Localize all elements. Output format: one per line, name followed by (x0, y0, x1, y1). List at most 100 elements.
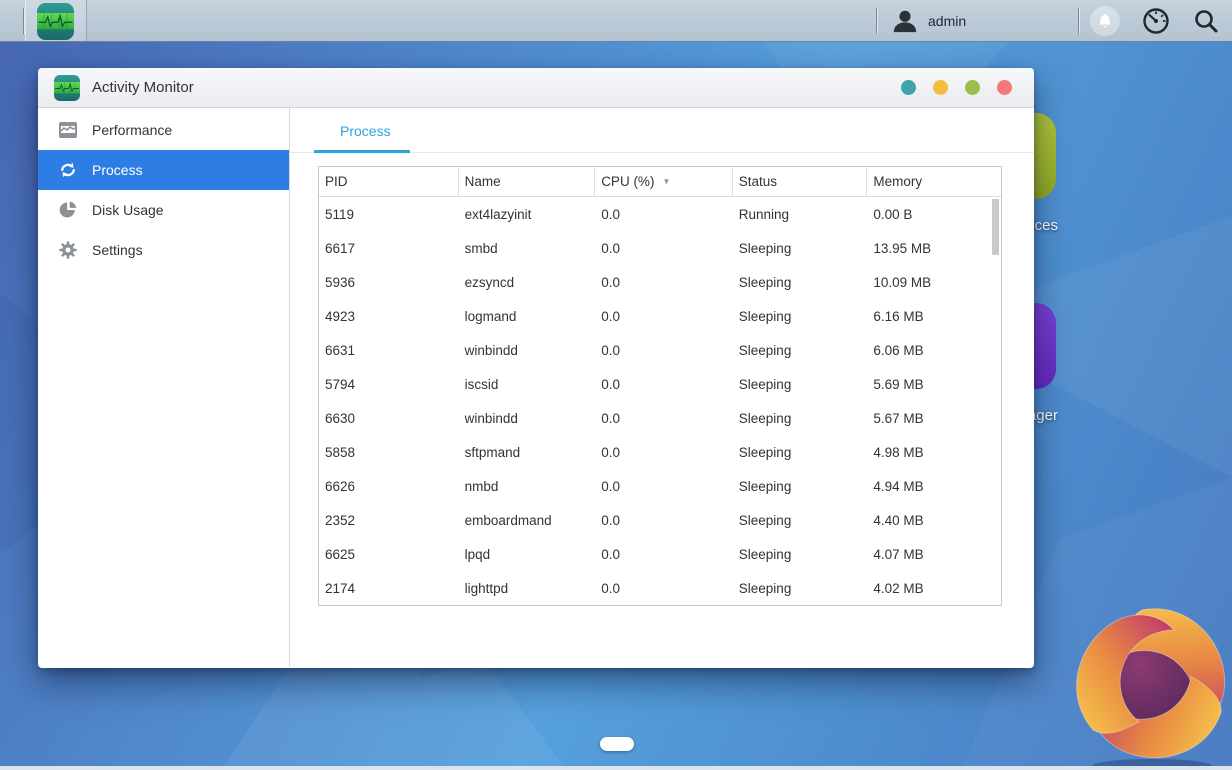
process-table-body: 5119 ext4lazyinit 0.0 Running 0.00 B 6617 smbd… (319, 197, 1001, 605)
table-cell: 6.06 MB (873, 342, 924, 358)
table-cell: Sleeping (738, 410, 792, 426)
tab-strip: Process (290, 108, 1034, 153)
sidebar-item-label: Disk Usage (92, 202, 164, 218)
table-cell: 0.0 (601, 444, 620, 460)
brand-swirl-logo (1072, 604, 1232, 770)
dock-handle[interactable] (600, 737, 634, 751)
table-cell: 0.0 (601, 274, 620, 290)
taskbar-divider (876, 8, 877, 34)
table-row[interactable]: 5858 sftpmand 0.0 Sleeping 4.98 MB (319, 435, 1001, 469)
table-cell: logmand (464, 308, 517, 324)
top-taskbar: admin (0, 0, 1232, 42)
table-cell: nmbd (464, 478, 499, 494)
table-cell: Sleeping (738, 342, 792, 358)
table-cell: 5.69 MB (873, 376, 924, 392)
desktop-icon-label: ces (1034, 217, 1058, 234)
table-row[interactable]: 2174 lighttpd 0.0 Sleeping 4.02 MB (319, 571, 1001, 605)
taskbar-divider (1078, 8, 1079, 34)
notifications-button[interactable] (1090, 6, 1120, 36)
tab-active-underline (314, 150, 410, 153)
table-cell: 0.0 (601, 580, 620, 596)
table-cell: ext4lazyinit (464, 206, 532, 222)
table-cell: 5794 (325, 376, 356, 392)
window-control-dot-yellow[interactable] (933, 80, 948, 95)
table-cell: 2174 (325, 580, 356, 596)
table-cell: ezsyncd (464, 274, 515, 290)
taskbar-divider (23, 8, 24, 34)
settings-gear-icon (59, 241, 77, 259)
window-title: Activity Monitor (92, 79, 194, 96)
performance-chart-icon (59, 122, 77, 138)
table-cell: 0.0 (601, 342, 620, 358)
table-cell: 5936 (325, 274, 356, 290)
sidebar-item-process[interactable]: Process (38, 150, 289, 190)
table-cell: 0.0 (601, 410, 620, 426)
table-cell: Sleeping (738, 478, 792, 494)
sidebar-item-settings[interactable]: Settings (38, 230, 289, 270)
table-cell: lpqd (464, 546, 491, 562)
username: admin (928, 12, 967, 29)
system-gauge-icon[interactable] (1142, 7, 1170, 35)
table-cell: 10.09 MB (873, 274, 932, 290)
table-cell: Sleeping (738, 546, 792, 562)
table-cell: 0.00 B (873, 206, 913, 222)
table-cell: 4.07 MB (873, 546, 924, 562)
table-cell: 6617 (325, 240, 356, 256)
desktop: ces ager Activity Monitor Performance Pr… (0, 0, 1232, 770)
table-cell: Sleeping (738, 444, 792, 460)
process-sync-icon (61, 162, 75, 178)
table-row[interactable]: 6630 winbindd 0.0 Sleeping 5.67 MB (319, 401, 1001, 435)
column-header-name[interactable]: Name (459, 167, 596, 196)
table-row[interactable]: 6631 winbindd 0.0 Sleeping 6.06 MB (319, 333, 1001, 367)
table-cell: 6625 (325, 546, 356, 562)
table-cell: sftpmand (464, 444, 521, 460)
window-control-dot-teal[interactable] (901, 80, 916, 95)
table-row[interactable]: 4923 logmand 0.0 Sleeping 6.16 MB (319, 299, 1001, 333)
table-header: PID Name CPU (%) ▼ Status Memory (319, 167, 1001, 197)
tab-process[interactable]: Process (340, 108, 391, 153)
window-controls (901, 80, 1018, 95)
sidebar: Performance Process Disk Usage Settings (38, 108, 290, 667)
table-row[interactable]: 6625 lpqd 0.0 Sleeping 4.07 MB (319, 537, 1001, 571)
table-row[interactable]: 5119 ext4lazyinit 0.0 Running 0.00 B (319, 197, 1001, 231)
table-row[interactable]: 6626 nmbd 0.0 Sleeping 4.94 MB (319, 469, 1001, 503)
table-cell: 0.0 (601, 376, 620, 392)
table-row[interactable]: 5936 ezsyncd 0.0 Sleeping 10.09 MB (319, 265, 1001, 299)
table-cell: 4923 (325, 308, 356, 324)
table-row[interactable]: 6617 smbd 0.0 Sleeping 13.95 MB (319, 231, 1001, 265)
search-icon[interactable] (1192, 7, 1220, 35)
column-header-pid[interactable]: PID (319, 167, 459, 196)
table-row[interactable]: 2352 emboardmand 0.0 Sleeping 4.40 MB (319, 503, 1001, 537)
table-cell: Sleeping (738, 240, 792, 256)
table-cell: winbindd (464, 410, 518, 426)
column-header-status[interactable]: Status (733, 167, 868, 196)
table-cell: 4.98 MB (873, 444, 924, 460)
table-cell: 4.94 MB (873, 478, 924, 494)
table-cell: Sleeping (738, 274, 792, 290)
column-header-memory[interactable]: Memory (867, 167, 1001, 196)
window-titlebar[interactable]: Activity Monitor (38, 68, 1034, 108)
table-scrollbar[interactable] (992, 199, 999, 255)
column-header-cpu[interactable]: CPU (%) ▼ (595, 167, 733, 196)
table-cell: 6630 (325, 410, 356, 426)
table-cell: 4.40 MB (873, 512, 924, 528)
table-cell: 0.0 (601, 240, 620, 256)
bottom-dock-strip (0, 766, 1232, 770)
table-cell: Running (738, 206, 790, 222)
table-cell: emboardmand (464, 512, 552, 528)
table-cell: 0.0 (601, 478, 620, 494)
table-cell: 2352 (325, 512, 356, 528)
window-control-dot-green[interactable] (965, 80, 980, 95)
sidebar-item-label: Process (92, 162, 143, 178)
activity-monitor-icon (54, 74, 80, 101)
table-cell: Sleeping (738, 580, 792, 596)
table-row[interactable]: 5794 iscsid 0.0 Sleeping 5.69 MB (319, 367, 1001, 401)
sidebar-item-performance[interactable]: Performance (38, 110, 289, 150)
user-menu[interactable]: admin (892, 0, 966, 41)
activity-monitor-taskbar-icon[interactable] (37, 3, 74, 40)
sidebar-item-disk-usage[interactable]: Disk Usage (38, 190, 289, 230)
table-cell: 0.0 (601, 546, 620, 562)
table-cell: winbindd (464, 342, 518, 358)
window-control-dot-red[interactable] (997, 80, 1012, 95)
table-cell: 13.95 MB (873, 240, 932, 256)
